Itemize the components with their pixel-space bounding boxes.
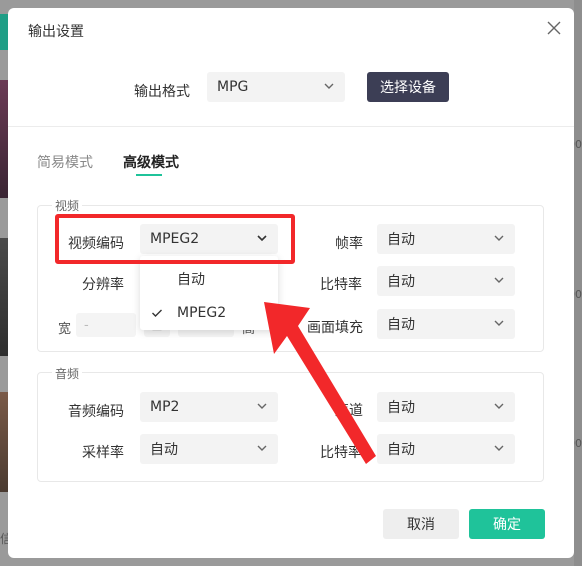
chevron-down-icon <box>257 403 267 409</box>
choose-device-button[interactable]: 选择设备 <box>367 72 449 102</box>
tab-advanced-mode[interactable]: 高级模式 <box>123 152 179 172</box>
width-input[interactable]: - <box>76 313 136 337</box>
chevron-down-icon <box>494 403 504 409</box>
close-icon[interactable] <box>546 20 562 36</box>
audio-bitrate-select[interactable]: 自动 <box>377 434 515 464</box>
audio-group-title: 音频 <box>52 365 83 382</box>
chevron-down-icon <box>494 277 504 283</box>
highlight-box <box>55 214 295 264</box>
sample-rate-select[interactable]: 自动 <box>140 434 278 464</box>
active-tab-indicator <box>136 174 162 176</box>
resolution-label: 分辨率 <box>82 277 124 293</box>
audio-bitrate-label: 比特率 <box>320 445 362 461</box>
divider <box>8 126 574 127</box>
chevron-down-icon <box>494 320 504 326</box>
frame-rate-value: 自动 <box>387 232 415 248</box>
cancel-button[interactable]: 取消 <box>383 509 459 539</box>
dialog-title: 输出设置 <box>28 24 84 40</box>
picture-fill-label: 画面填充 <box>307 320 363 336</box>
audio-settings-group <box>37 372 544 482</box>
frame-rate-select[interactable]: 自动 <box>377 224 515 254</box>
dropdown-option-mpeg2[interactable]: MPEG2 <box>140 298 278 328</box>
video-bitrate-label: 比特率 <box>320 277 362 293</box>
dropdown-option-label: 自动 <box>177 272 205 288</box>
chevron-down-icon <box>324 83 334 89</box>
picture-fill-select[interactable]: 自动 <box>377 309 515 339</box>
audio-codec-select[interactable]: MP2 <box>140 392 278 422</box>
chevron-down-icon <box>494 235 504 241</box>
audio-channel-select[interactable]: 自动 <box>377 392 515 422</box>
output-format-value: MPG <box>217 79 249 95</box>
dropdown-option-label: MPEG2 <box>177 305 227 321</box>
sample-rate-value: 自动 <box>150 442 178 458</box>
audio-channel-label: 声道 <box>335 403 363 419</box>
chevron-down-icon <box>257 445 267 451</box>
video-bitrate-value: 自动 <box>387 274 415 290</box>
output-settings-dialog: 输出设置 输出格式 MPG 选择设备 简易模式 高级模式 视频 视频编码 MPE… <box>8 8 574 558</box>
backdrop-right-panel <box>574 0 582 566</box>
video-group-title: 视频 <box>52 197 83 214</box>
dropdown-option-auto[interactable]: 自动 <box>140 264 278 294</box>
checkmark-icon <box>152 309 162 317</box>
output-format-label: 输出格式 <box>134 84 190 100</box>
audio-codec-label: 音频编码 <box>68 404 124 420</box>
picture-fill-value: 自动 <box>387 317 415 333</box>
video-codec-dropdown-menu: 自动 MPEG2 <box>140 256 278 330</box>
chevron-down-icon <box>494 445 504 451</box>
width-value: - <box>84 317 89 333</box>
frame-rate-label: 帧率 <box>335 236 363 252</box>
audio-bitrate-value: 自动 <box>387 442 415 458</box>
output-format-select[interactable]: MPG <box>207 72 345 102</box>
ok-button[interactable]: 确定 <box>469 509 545 539</box>
width-label: 宽 <box>58 322 72 337</box>
tab-simple-mode[interactable]: 简易模式 <box>37 152 93 172</box>
audio-codec-value: MP2 <box>150 399 180 415</box>
audio-channel-value: 自动 <box>387 400 415 416</box>
sample-rate-label: 采样率 <box>82 445 124 461</box>
video-bitrate-select[interactable]: 自动 <box>377 266 515 296</box>
